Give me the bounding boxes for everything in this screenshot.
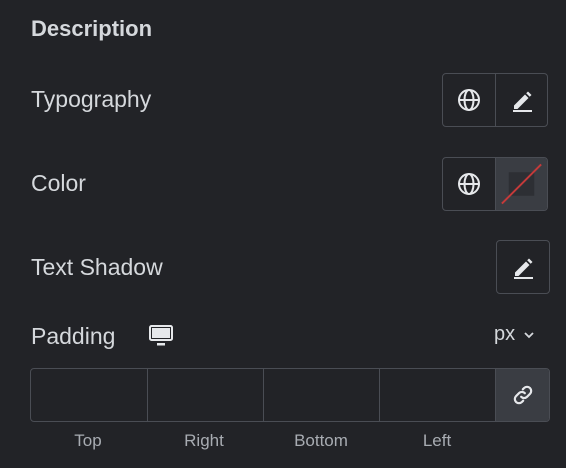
text-shadow-edit-button[interactable] [496, 240, 550, 294]
padding-top-input[interactable] [31, 369, 147, 421]
padding-right-input[interactable] [147, 369, 263, 421]
padding-right-label: Right [184, 431, 224, 450]
color-globals-button[interactable] [443, 158, 495, 210]
typography-edit-button[interactable] [495, 74, 547, 126]
padding-top-label: Top [74, 431, 102, 450]
chevron-down-icon [524, 331, 534, 338]
color-swatch-button[interactable] [495, 158, 547, 210]
padding-dimensions [30, 368, 550, 422]
section-title: Description [31, 16, 153, 41]
desktop-icon [149, 325, 173, 346]
padding-bottom-label: Bottom [294, 431, 348, 450]
link-values-button[interactable] [495, 369, 549, 421]
unit-selector[interactable]: px [494, 323, 535, 346]
color-controls [442, 157, 548, 211]
no-color-swatch-icon [501, 163, 542, 205]
typography-label: Typography [31, 86, 152, 112]
color-label: Color [31, 170, 86, 196]
link-icon [513, 385, 532, 405]
unit-value: px [494, 323, 516, 345]
padding-bottom-input[interactable] [263, 369, 379, 421]
padding-left-label: Left [422, 431, 452, 450]
padding-label: Padding [31, 323, 116, 349]
typography-controls [442, 73, 548, 127]
pencil-icon [512, 91, 532, 112]
padding-left-input[interactable] [379, 369, 495, 421]
text-shadow-label: Text Shadow [31, 254, 163, 280]
responsive-device-button[interactable] [149, 325, 173, 352]
globe-icon [458, 89, 480, 111]
globe-icon [458, 173, 480, 195]
pencil-icon [514, 258, 533, 279]
typography-globals-button[interactable] [443, 74, 495, 126]
